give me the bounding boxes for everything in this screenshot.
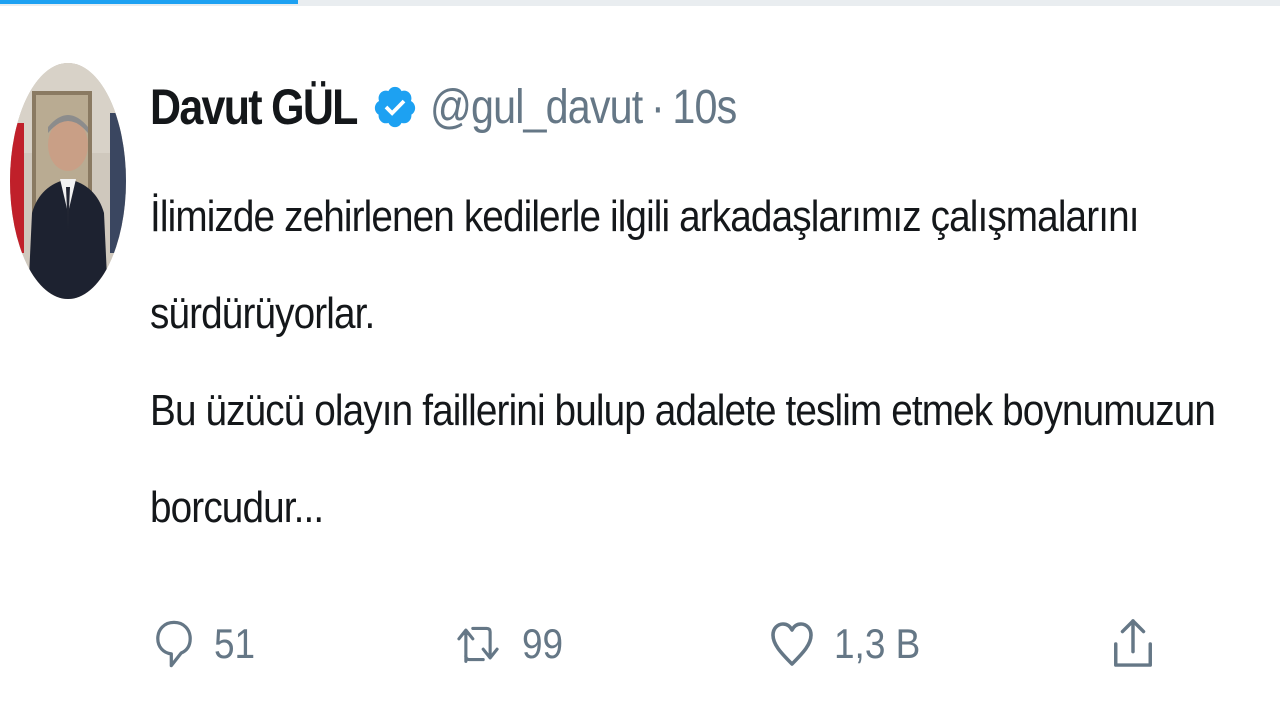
tweet-text-line: sürdürüyorlar.	[150, 289, 375, 338]
retweet-button[interactable]: 99	[452, 604, 569, 684]
meta-separator: ·	[651, 80, 665, 134]
active-tab-indicator	[0, 0, 298, 4]
tweet-text-line: borcudur...	[150, 483, 324, 532]
avatar-portrait-image	[10, 63, 126, 299]
tweet-card[interactable]: Davut GÜL @gul_davut · 10s İlimizde zehirl…	[0, 6, 1280, 720]
share-button[interactable]	[1110, 604, 1156, 684]
like-button[interactable]: 1,3 B	[768, 604, 932, 684]
author-handle[interactable]: @gul_davut	[430, 81, 643, 134]
tweet-text-line: İlimizde zehirlenen kedilerle ilgili ark…	[150, 192, 1140, 241]
heart-icon	[771, 622, 813, 666]
tweet-text: İlimizde zehirlenen kedilerle ilgili ark…	[150, 168, 1250, 556]
tweet-timestamp[interactable]: 10s	[673, 81, 738, 134]
retweet-icon	[457, 626, 499, 663]
tweet-meta: @gul_davut · 10s	[430, 80, 738, 135]
tweet-actions: 51 99 1,3 B	[0, 604, 1280, 684]
like-count: 1,3 B	[834, 620, 921, 667]
reply-count: 51	[214, 620, 256, 667]
verified-badge-icon	[375, 86, 416, 128]
reply-icon	[156, 620, 192, 668]
tweet-header: Davut GÜL @gul_davut · 10s	[150, 72, 787, 142]
avatar[interactable]	[10, 63, 126, 299]
share-icon	[1114, 619, 1152, 667]
retweet-count: 99	[522, 620, 564, 667]
author-display-name[interactable]: Davut GÜL	[150, 78, 358, 136]
reply-button[interactable]: 51	[152, 604, 261, 684]
tweet-text-line: Bu üzücü olayın faillerini bulup adalete…	[150, 386, 1216, 435]
